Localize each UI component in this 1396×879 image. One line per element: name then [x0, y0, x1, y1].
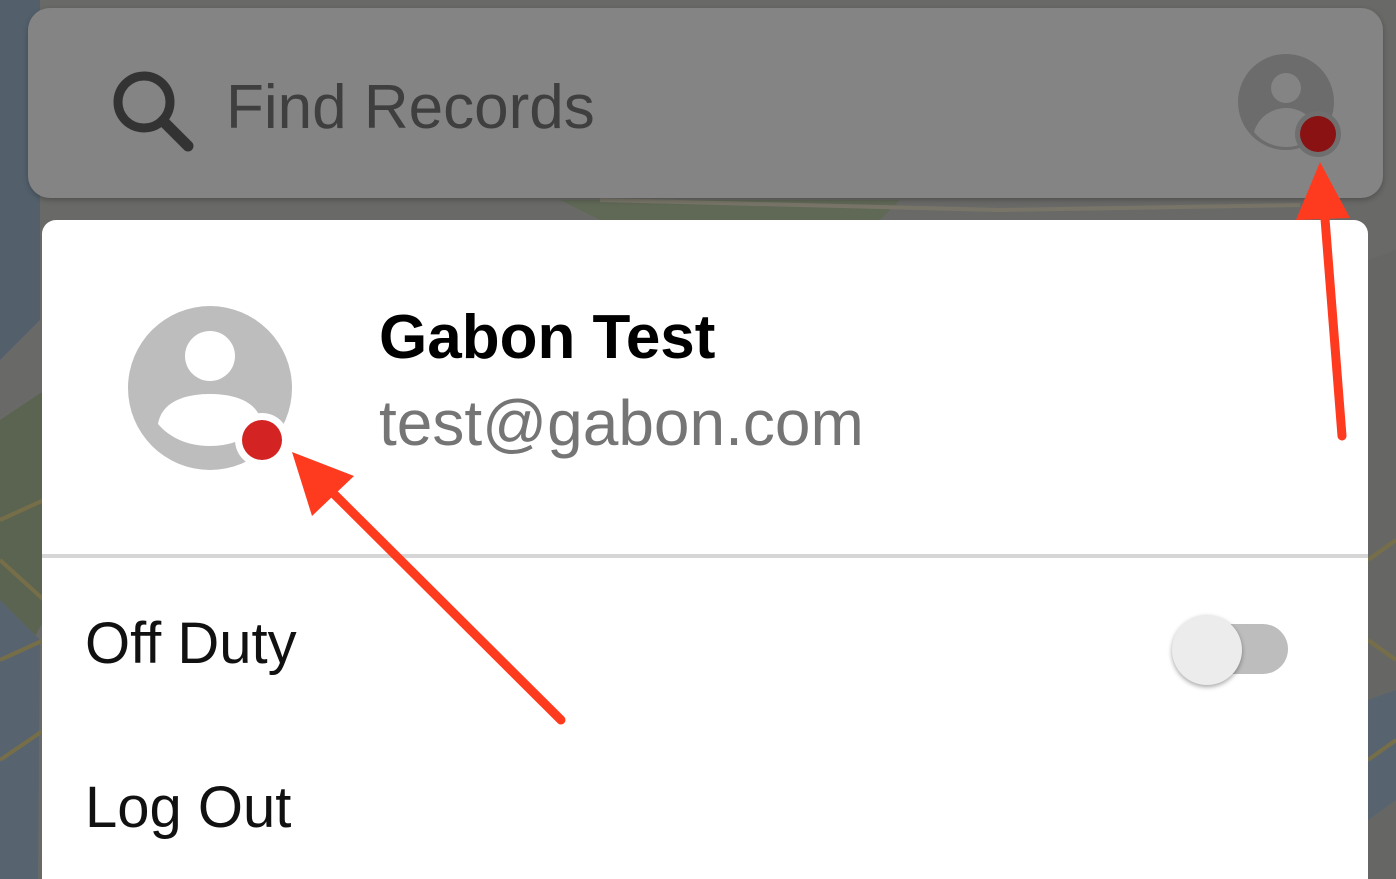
search-icon: [113, 71, 194, 152]
logout-item[interactable]: Log Out: [42, 730, 1368, 879]
search-bar[interactable]: Find Records: [28, 8, 1383, 198]
user-email: test@gabon.com: [379, 387, 864, 459]
off-duty-item[interactable]: Off Duty: [42, 558, 1368, 728]
off-duty-toggle[interactable]: [1168, 612, 1292, 690]
status-dot: [242, 420, 282, 460]
toggle-thumb: [1172, 615, 1242, 685]
status-dot: [1300, 116, 1336, 152]
off-duty-label: Off Duty: [85, 611, 297, 676]
logout-label: Log Out: [85, 775, 292, 840]
user-name: Gabon Test: [379, 303, 716, 372]
account-menu: Gabon Test test@gabon.com Off Duty Log O…: [42, 220, 1368, 879]
search-input[interactable]: Find Records: [226, 72, 595, 143]
